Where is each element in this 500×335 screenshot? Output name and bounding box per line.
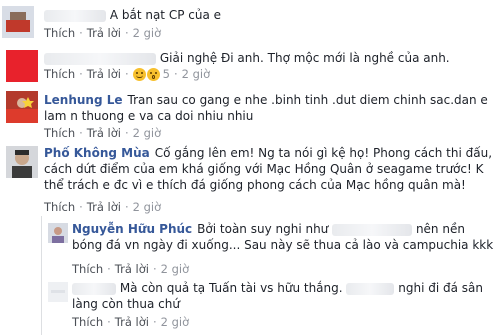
comment-body: Giải nghệ Đi anh. Thợ mộc mới là nghề củ…: [44, 50, 494, 66]
reply-link[interactable]: Trả lời: [87, 200, 121, 214]
comment-actions: Thích · Trả lời · 2 giờ: [44, 200, 161, 214]
comment-2: Giải nghệ Đi anh. Thợ mộc mới là nghề củ…: [0, 44, 500, 86]
separator: ·: [152, 315, 157, 329]
avatar[interactable]: [2, 6, 34, 38]
author-name[interactable]: Lenhung Le: [44, 93, 123, 107]
comment-1: A bắt nạt CP của e Thích · Trả lời · 2 g…: [0, 0, 500, 44]
timestamp[interactable]: 2 giờ: [133, 200, 162, 214]
redacted-author: [44, 9, 106, 22]
reply-link[interactable]: Trả lời: [115, 262, 149, 276]
comment-body: A bắt nạt CP của e: [44, 7, 494, 23]
separator: ·: [107, 315, 111, 329]
avatar-image: [2, 6, 34, 38]
comment-actions: Thích · Trả lời · 2 giờ: [44, 126, 161, 140]
redacted-author: [44, 52, 156, 65]
avatar-image: [48, 223, 68, 243]
reply-link[interactable]: Trả lời: [87, 126, 121, 140]
reply-link[interactable]: Trả lời: [87, 67, 121, 81]
avatar-image: [6, 146, 38, 178]
separator: ·: [79, 126, 83, 140]
separator: ·: [173, 67, 178, 81]
separator: ·: [124, 67, 129, 81]
avatar[interactable]: [6, 146, 38, 178]
reply-text: Mà còn quả tạ Tuấn tài vs hữu thắng.: [119, 281, 343, 295]
reply-text: Bởi toàn suy nghi như: [197, 222, 329, 236]
laughing-emoji-icon: [132, 67, 146, 81]
separator: ·: [152, 262, 157, 276]
avatar[interactable]: [6, 50, 38, 82]
wow-emoji-icon: [146, 67, 160, 81]
redacted-name: [332, 223, 413, 236]
avatar[interactable]: [48, 282, 68, 302]
comment-4: Phố Không Mùa Cố gắng lên em! Ng ta nói g…: [0, 140, 500, 215]
reply-body: Nguyễn Hữu Phúc Bởi toàn suy nghi như nên…: [72, 221, 496, 253]
reply-body: Mà còn quả tạ Tuấn tài vs hữu thắng. ngh…: [72, 280, 492, 312]
timestamp[interactable]: 2 giờ: [161, 262, 190, 276]
avatar-image: [6, 50, 38, 82]
separator: ·: [79, 200, 83, 214]
separator: ·: [79, 26, 83, 40]
like-link[interactable]: Thích: [72, 315, 103, 329]
separator: ·: [124, 126, 129, 140]
separator: ·: [107, 262, 111, 276]
avatar[interactable]: [6, 91, 38, 123]
like-link[interactable]: Thích: [44, 67, 75, 81]
reply-actions: Thích · Trả lời · 2 giờ: [72, 262, 189, 276]
reactions[interactable]: 5: [132, 67, 170, 81]
reply-link[interactable]: Trả lời: [115, 315, 149, 329]
timestamp[interactable]: 2 giờ: [182, 67, 211, 81]
comment-3: Lenhung Le Tran sau co gang e nhe .binh t…: [0, 86, 500, 140]
reply-2: Mà còn quả tạ Tuấn tài vs hữu thắng. ngh…: [44, 276, 500, 335]
like-link[interactable]: Thích: [44, 200, 75, 214]
avatar-image: [6, 91, 38, 123]
timestamp[interactable]: 2 giờ: [133, 126, 162, 140]
avatar[interactable]: [48, 223, 68, 243]
comment-text: A bắt nạt CP của e: [109, 8, 222, 22]
timestamp[interactable]: 2 giờ: [133, 26, 162, 40]
timestamp[interactable]: 2 giờ: [161, 315, 190, 329]
like-link[interactable]: Thích: [72, 262, 103, 276]
separator: ·: [124, 200, 129, 214]
comment-body: Lenhung Le Tran sau co gang e nhe .binh t…: [44, 92, 494, 124]
reaction-count: 5: [162, 67, 170, 81]
comment-text: Giải nghệ Đi anh. Thợ mộc mới là nghề củ…: [159, 51, 450, 65]
redacted-name: [346, 282, 395, 295]
redacted-author: [72, 282, 116, 295]
avatar-image: [48, 282, 68, 302]
like-link[interactable]: Thích: [44, 126, 75, 140]
comment-body: Phố Không Mùa Cố gắng lên em! Ng ta nói g…: [44, 145, 496, 193]
separator: ·: [79, 67, 83, 81]
author-name[interactable]: Nguyễn Hữu Phúc: [72, 222, 192, 236]
comment-actions: Thích · Trả lời · 2 giờ: [44, 26, 161, 40]
like-link[interactable]: Thích: [44, 26, 75, 40]
reply-actions: Thích · Trả lời · 2 giờ: [72, 315, 189, 329]
author-name[interactable]: Phố Không Mùa: [44, 146, 150, 160]
reply-link[interactable]: Trả lời: [87, 26, 121, 40]
reply-thread-line: [41, 216, 42, 335]
comment-actions: Thích · Trả lời · 5 · 2 giờ: [44, 67, 210, 81]
separator: ·: [124, 26, 129, 40]
reply-1: Nguyễn Hữu Phúc Bởi toàn suy nghi như nên…: [44, 216, 500, 276]
